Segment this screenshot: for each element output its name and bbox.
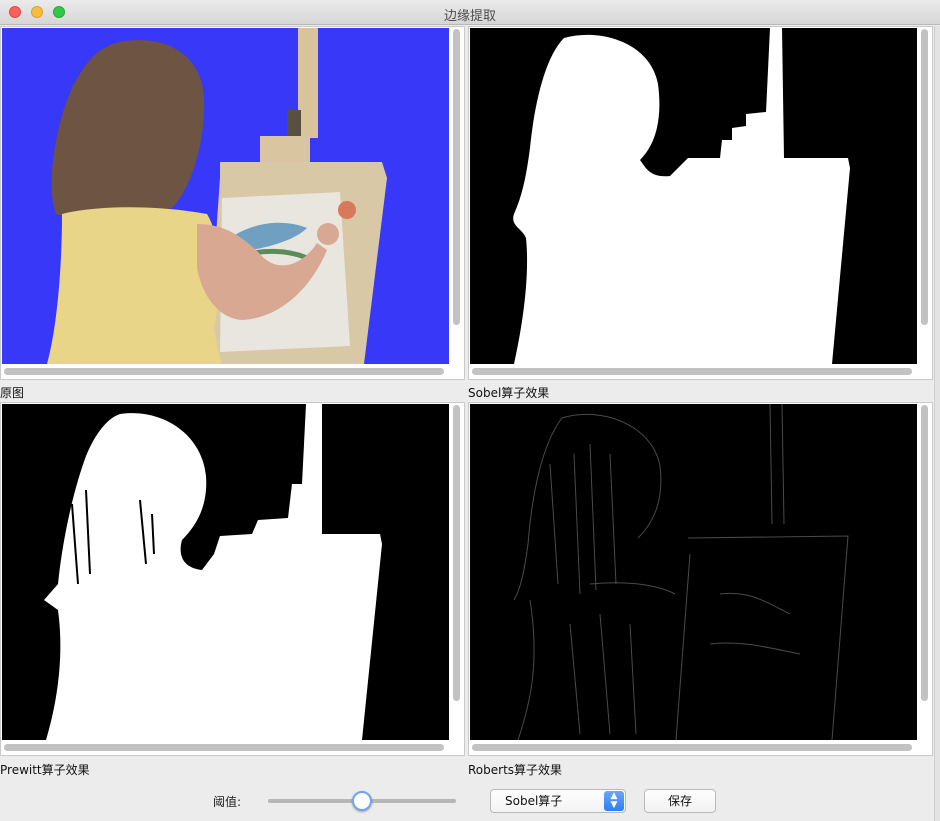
- prewitt-caption: Prewitt算子效果: [0, 763, 90, 777]
- prewitt-vertical-scrollbar[interactable]: [451, 405, 462, 741]
- sobel-result-panel: [468, 26, 933, 380]
- edge-extraction-window: 边缘提取 原图 Sobel算子效果 Prewitt算子效果 Roberts算子效…: [0, 0, 940, 821]
- sobel-horizontal-scrollbar[interactable]: [470, 366, 917, 377]
- roberts-vertical-scroll-thumb[interactable]: [921, 405, 928, 701]
- select-stepper-icon: ▲ ▼: [604, 791, 624, 811]
- original-image-drawing: [47, 28, 387, 364]
- threshold-slider-thumb[interactable]: [352, 791, 372, 811]
- save-button[interactable]: 保存: [644, 789, 716, 813]
- roberts-edge-drawing: [513, 404, 849, 740]
- prewitt-vertical-scroll-thumb[interactable]: [453, 405, 460, 701]
- operator-select[interactable]: Sobel算子 ▲ ▼: [490, 789, 626, 813]
- original-image: [2, 28, 449, 364]
- sobel-caption: Sobel算子效果: [468, 386, 550, 400]
- roberts-result-panel: [468, 402, 933, 756]
- original-vertical-scrollbar[interactable]: [451, 29, 462, 365]
- roberts-result-image: [470, 404, 917, 740]
- sobel-mask-drawing: [513, 28, 850, 364]
- prewitt-horizontal-scrollbar[interactable]: [2, 742, 449, 753]
- roberts-vertical-scrollbar[interactable]: [919, 405, 930, 741]
- title-bar: 边缘提取: [0, 0, 940, 25]
- prewitt-result-image: [2, 404, 449, 740]
- prewitt-horizontal-scroll-thumb[interactable]: [4, 744, 444, 751]
- sobel-result-image: [470, 28, 917, 364]
- original-caption: 原图: [0, 386, 25, 400]
- threshold-label: 阈值:: [213, 795, 242, 809]
- prewitt-mask-drawing: [44, 404, 382, 740]
- original-horizontal-scrollbar[interactable]: [2, 366, 449, 377]
- threshold-slider-fill: [268, 799, 362, 803]
- original-vertical-scroll-thumb[interactable]: [453, 29, 460, 325]
- sobel-vertical-scroll-thumb[interactable]: [921, 29, 928, 325]
- roberts-caption: Roberts算子效果: [468, 763, 563, 777]
- roberts-horizontal-scroll-thumb[interactable]: [472, 744, 912, 751]
- roberts-horizontal-scrollbar[interactable]: [470, 742, 917, 753]
- original-image-panel: [0, 26, 465, 380]
- window-title: 边缘提取: [443, 9, 496, 24]
- prewitt-result-panel: [0, 402, 465, 756]
- window-right-edge: [934, 26, 940, 821]
- original-horizontal-scroll-thumb[interactable]: [4, 368, 444, 375]
- sobel-horizontal-scroll-thumb[interactable]: [472, 368, 912, 375]
- sobel-vertical-scrollbar[interactable]: [919, 29, 930, 365]
- operator-select-value: Sobel算子: [505, 794, 563, 808]
